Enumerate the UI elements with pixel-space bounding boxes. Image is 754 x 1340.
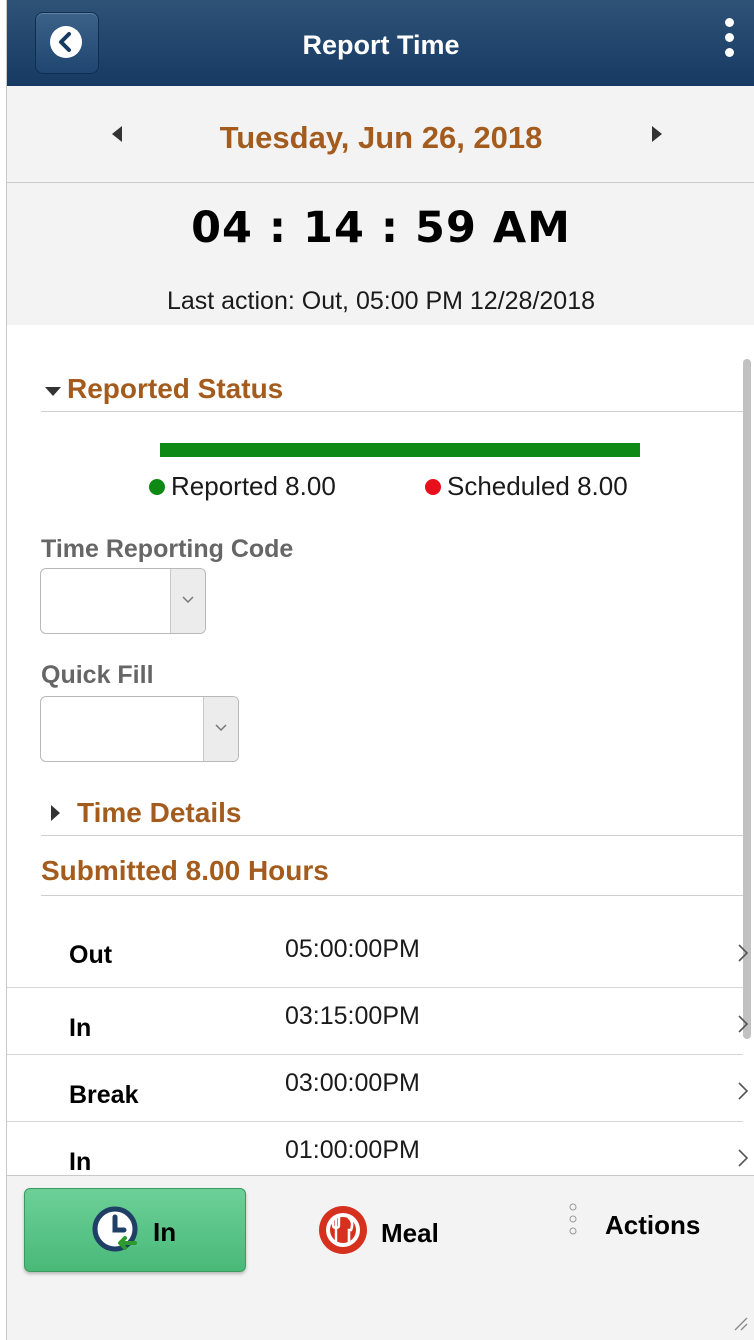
divider — [41, 411, 743, 412]
current-date: Tuesday, Jun 26, 2018 — [219, 120, 543, 155]
reported-dot-icon — [149, 478, 165, 495]
trc-select[interactable] — [40, 568, 206, 634]
scheduled-legend: Scheduled 8.00 — [425, 471, 628, 502]
reported-status-bar — [160, 443, 640, 457]
report-content: Reported Status Reported 8.00 Scheduled … — [7, 325, 754, 1176]
punch-time: 03:00:00PM — [285, 1069, 420, 1097]
punch-in-label: In — [153, 1217, 177, 1247]
next-day-button[interactable] — [652, 126, 662, 142]
divider — [41, 835, 743, 836]
punch-row[interactable]: Break 03:00:00PM — [7, 1055, 749, 1122]
actions-label: Actions — [605, 1210, 701, 1240]
clock-in-icon — [91, 1205, 141, 1260]
reported-status-heading[interactable]: Reported Status — [67, 373, 283, 405]
back-button[interactable] — [35, 12, 99, 74]
scheduled-dot-icon — [425, 478, 441, 495]
more-vertical-icon — [567, 1202, 579, 1241]
punch-row[interactable]: In 03:15:00PM — [7, 988, 749, 1055]
time-details-heading[interactable]: Time Details — [77, 797, 241, 829]
back-arrow-icon — [50, 26, 82, 58]
clock-panel: 04 : 14 : 59 AM Last action: Out, 05:00 … — [7, 183, 754, 325]
quick-fill-select[interactable] — [40, 696, 239, 762]
app-frame: Report Time Tuesday, Jun 26, 2018 04 : 1… — [6, 0, 754, 1340]
chevron-right-icon — [737, 943, 749, 968]
punch-type: In — [69, 1148, 92, 1176]
punch-type: In — [69, 1014, 92, 1042]
punch-in-button[interactable]: In — [24, 1188, 246, 1272]
submitted-hours-heading: Submitted 8.00 Hours — [41, 855, 329, 886]
divider — [41, 895, 743, 896]
reported-legend-label: Reported 8.00 — [171, 471, 336, 501]
scheduled-legend-label: Scheduled 8.00 — [447, 471, 628, 501]
chevron-down-icon — [203, 697, 238, 761]
title-bar: Report Time — [7, 0, 754, 86]
quick-fill-label: Quick Fill — [41, 661, 154, 689]
punch-type: Out — [69, 941, 113, 969]
page-title: Report Time — [302, 30, 460, 60]
chevron-down-icon — [170, 569, 205, 633]
action-bar: In Meal Actions — [7, 1175, 754, 1340]
trc-label: Time Reporting Code — [41, 535, 294, 563]
reported-legend: Reported 8.00 — [149, 471, 336, 502]
collapse-caret-icon[interactable] — [45, 387, 61, 396]
meal-label: Meal — [381, 1218, 439, 1248]
resize-grip-icon[interactable] — [729, 1312, 749, 1337]
meal-icon — [317, 1204, 369, 1261]
punch-row[interactable]: Out 05:00:00PM — [7, 921, 749, 988]
chevron-right-icon — [737, 1014, 749, 1039]
clock-time: 04 : 14 : 59 AM — [191, 203, 571, 253]
scrollbar[interactable] — [743, 359, 751, 1039]
punch-time: 01:00:00PM — [285, 1136, 420, 1164]
punch-time: 05:00:00PM — [285, 935, 420, 963]
more-options-icon[interactable] — [717, 14, 741, 70]
last-action-text: Last action: Out, 05:00 PM 12/28/2018 — [166, 287, 596, 315]
chevron-right-icon — [737, 1081, 749, 1106]
punch-type: Break — [69, 1081, 139, 1109]
punch-time: 03:15:00PM — [285, 1002, 420, 1030]
chevron-right-icon — [737, 1148, 749, 1173]
date-navigator: Tuesday, Jun 26, 2018 — [7, 86, 754, 183]
expand-caret-icon[interactable] — [51, 805, 60, 821]
